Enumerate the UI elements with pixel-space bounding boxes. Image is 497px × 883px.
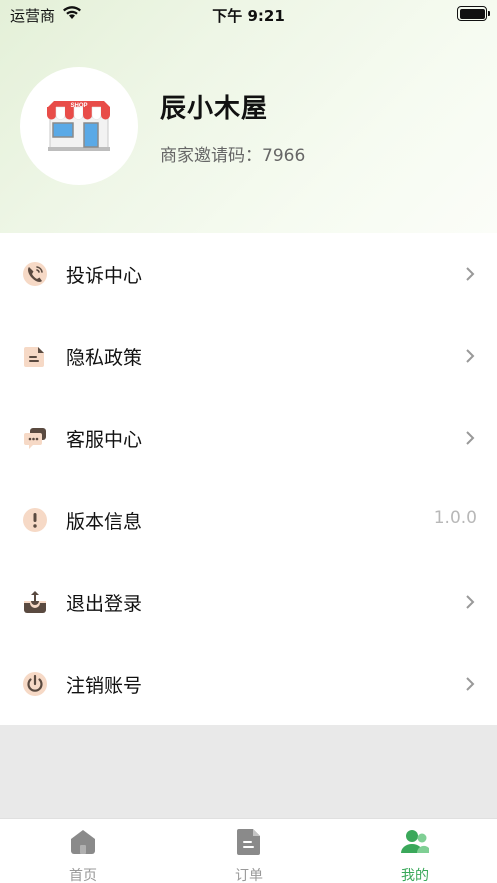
chevron-right-icon: [466, 595, 475, 609]
chevron-right-icon: [466, 431, 475, 445]
order-icon: [237, 829, 260, 855]
menu-item-customer-service[interactable]: 客服中心: [0, 397, 497, 479]
merchant-name: 辰小木屋: [160, 94, 269, 124]
menu-item-label: 客服中心: [66, 429, 143, 451]
menu-item-logout[interactable]: 退出登录: [0, 561, 497, 643]
tab-home[interactable]: 首页: [0, 819, 166, 883]
chat-icon: [24, 428, 46, 449]
logout-icon: [24, 591, 46, 613]
tab-label: 首页: [69, 868, 97, 883]
version-number: 1.0.0: [433, 508, 477, 528]
invite-code: 商家邀请码：7966: [160, 146, 306, 166]
tab-bar: 首页 订单 我的: [0, 818, 497, 883]
shop-sign-text: SHOP: [70, 103, 87, 109]
battery-icon: [457, 6, 490, 21]
info-icon: [23, 508, 47, 532]
menu-item-label: 退出登录: [66, 593, 143, 615]
settings-menu: 投诉中心 隐私政策 客服中心 版本信息 1.0.0 退出登录 注销账号: [0, 233, 497, 725]
chevron-right-icon: [466, 677, 475, 691]
menu-item-complaint-center[interactable]: 投诉中心: [0, 233, 497, 315]
menu-item-delete-account[interactable]: 注销账号: [0, 643, 497, 725]
home-icon: [71, 830, 95, 854]
chevron-right-icon: [466, 349, 475, 363]
user-icon: [401, 830, 429, 853]
menu-item-privacy-policy[interactable]: 隐私政策: [0, 315, 497, 397]
tab-orders[interactable]: 订单: [166, 819, 332, 883]
menu-item-version-info[interactable]: 版本信息 1.0.0: [0, 479, 497, 561]
menu-item-label: 投诉中心: [66, 265, 143, 287]
shop-avatar[interactable]: SHOP: [20, 67, 138, 185]
menu-item-label: 注销账号: [66, 675, 143, 697]
power-icon: [23, 672, 47, 696]
status-time: 下午 9:21: [212, 7, 285, 25]
menu-item-label: 版本信息: [66, 511, 143, 533]
menu-item-label: 隐私政策: [66, 347, 143, 369]
tab-label: 我的: [401, 868, 429, 883]
phone-icon: [23, 262, 47, 286]
status-bar: 运营商 下午 9:21: [0, 0, 497, 28]
document-icon: [24, 347, 44, 367]
chevron-right-icon: [466, 267, 475, 281]
shop-icon: SHOP: [47, 101, 110, 151]
tab-mine[interactable]: 我的: [332, 819, 497, 883]
tab-label: 订单: [235, 868, 263, 883]
